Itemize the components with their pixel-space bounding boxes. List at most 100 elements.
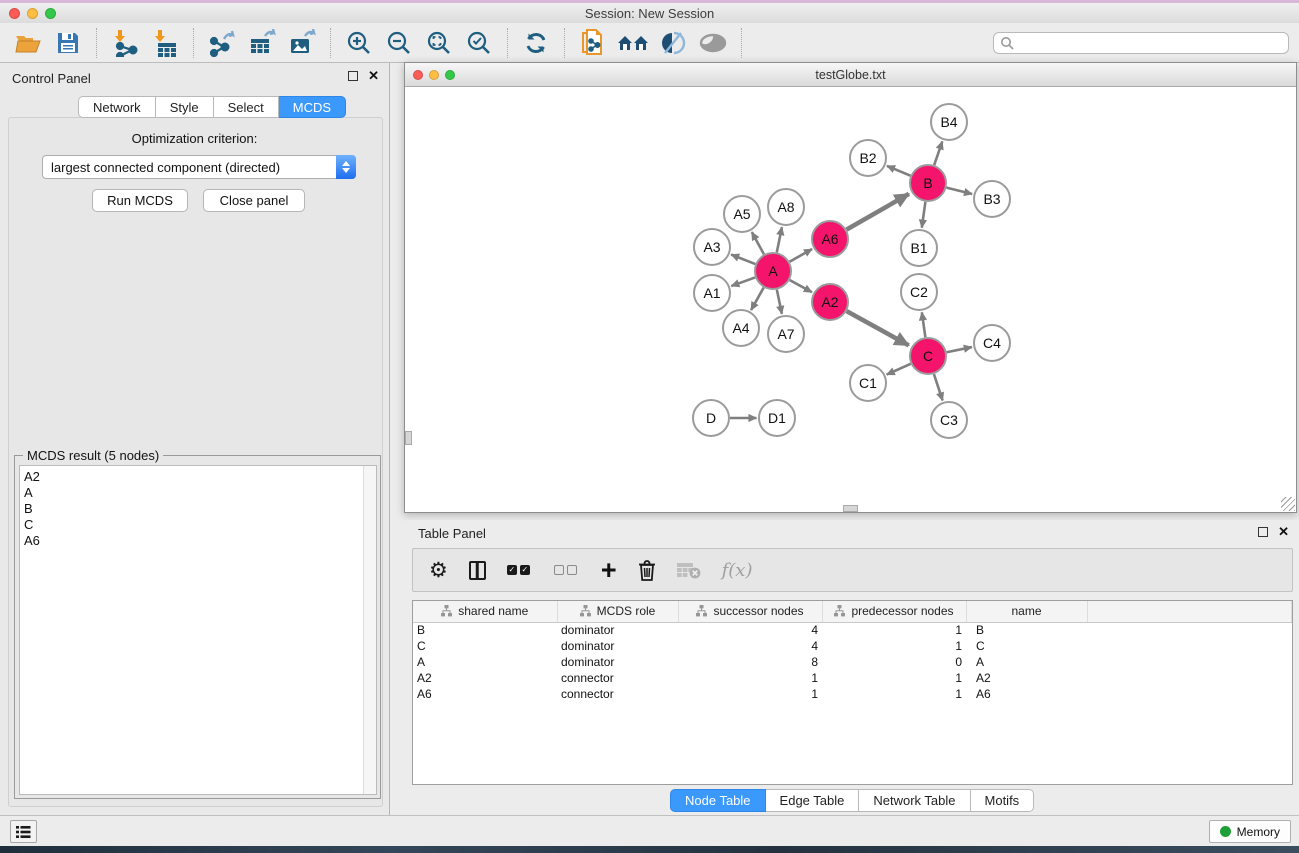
table-row[interactable]: A2connector11A2 <box>413 670 1292 686</box>
zoom-fit-icon[interactable] <box>419 27 459 59</box>
graph-node-label: A5 <box>733 206 750 222</box>
network-file-icon[interactable] <box>573 27 613 59</box>
toolbar-group-view <box>565 28 742 58</box>
graph-edge-C-C2[interactable] <box>922 312 925 337</box>
result-item[interactable]: A6 <box>24 533 376 549</box>
column-header-mcds-role[interactable]: MCDS role <box>557 601 678 622</box>
graph-edge-B-B3[interactable] <box>946 188 972 194</box>
control-panel-header: Control Panel ✕ <box>0 69 389 89</box>
result-scrollbar[interactable] <box>363 466 376 794</box>
graph-edge-B-B1[interactable] <box>922 202 926 228</box>
table-options-gear-icon[interactable]: ⚙ <box>429 560 448 581</box>
memory-button[interactable]: Memory <box>1209 820 1291 843</box>
zoom-selected-icon[interactable] <box>459 27 499 59</box>
tab-network-table[interactable]: Network Table <box>859 789 970 812</box>
network-window-title: testGlobe.txt <box>405 68 1296 82</box>
delete-column-icon[interactable] <box>638 560 656 581</box>
unselect-all-columns-icon[interactable] <box>554 565 580 575</box>
tab-motifs[interactable]: Motifs <box>971 789 1035 812</box>
close-panel-icon[interactable]: ✕ <box>368 71 379 81</box>
graph-edge-A-A2[interactable] <box>790 280 812 292</box>
zoom-in-icon[interactable] <box>339 27 379 59</box>
table-tabs: Node Table Edge Table Network Table Moti… <box>670 789 1034 812</box>
close-table-panel-icon[interactable]: ✕ <box>1278 527 1289 537</box>
graph-edge-B-B4[interactable] <box>934 141 942 165</box>
search-field[interactable] <box>1018 36 1288 50</box>
left-panel-grip[interactable] <box>405 431 412 445</box>
table-row[interactable]: Adominator80A <box>413 654 1292 670</box>
column-header-predecessor-nodes[interactable]: predecessor nodes <box>822 601 966 622</box>
zoom-out-icon[interactable] <box>379 27 419 59</box>
save-session-icon[interactable] <box>48 27 88 59</box>
node-table[interactable]: shared name MCDS role successor nodes pr… <box>412 600 1293 785</box>
table-row[interactable]: Cdominator41C <box>413 638 1292 654</box>
result-item[interactable]: A <box>24 485 376 501</box>
graph-edge-A-A8[interactable] <box>777 227 782 252</box>
column-header-shared-name[interactable]: shared name <box>413 601 557 622</box>
table-row[interactable]: Bdominator41B <box>413 622 1292 638</box>
tab-edge-table[interactable]: Edge Table <box>766 789 860 812</box>
graph-edge-A-A1[interactable] <box>731 277 755 286</box>
graph-node-label: A3 <box>703 239 720 255</box>
import-table-icon[interactable] <box>145 27 185 59</box>
control-panel-title: Control Panel <box>12 71 91 86</box>
add-column-icon[interactable]: + <box>601 560 617 580</box>
tab-style[interactable]: Style <box>156 96 214 118</box>
export-network-icon[interactable] <box>202 27 242 59</box>
search-input[interactable] <box>993 32 1289 54</box>
refresh-icon[interactable] <box>516 27 556 59</box>
close-panel-button[interactable]: Close panel <box>203 189 305 212</box>
toolbar-group-export <box>194 28 331 58</box>
result-item[interactable]: A2 <box>24 469 376 485</box>
tab-mcds[interactable]: MCDS <box>279 96 346 118</box>
control-panel-tabs: Network Style Select MCDS <box>78 96 346 118</box>
criterion-dropdown[interactable]: largest connected component (directed) <box>42 155 356 179</box>
graph-edge-C-C3[interactable] <box>934 374 943 400</box>
graph-edge-A-A4[interactable] <box>751 288 764 311</box>
bottom-panel-grip[interactable] <box>843 505 858 512</box>
show-graphics-icon[interactable] <box>693 27 733 59</box>
resize-grip-icon[interactable] <box>1281 497 1295 511</box>
search-icon <box>1000 36 1014 50</box>
float-panel-icon[interactable] <box>348 71 358 81</box>
graph-edge-A-A6[interactable] <box>790 249 813 262</box>
graph-node-label: B2 <box>859 150 876 166</box>
graph-edge-B-B2[interactable] <box>887 166 911 176</box>
column-type-icon <box>834 605 845 617</box>
graph-edge-A2-C[interactable] <box>847 311 909 345</box>
graph-edge-A6-B[interactable] <box>846 194 908 230</box>
select-all-columns-icon[interactable]: ✓✓ <box>507 565 533 575</box>
graph-node-label: C2 <box>910 284 928 300</box>
run-mcds-button[interactable]: Run MCDS <box>92 189 188 212</box>
graph-edge-A-A5[interactable] <box>752 232 764 254</box>
vizmapper-icon[interactable] <box>653 27 693 59</box>
column-type-icon <box>696 605 707 617</box>
graph-node-label: B1 <box>910 240 927 256</box>
export-table-icon[interactable] <box>242 27 282 59</box>
table-row[interactable]: A6connector11A6 <box>413 686 1292 702</box>
home-pages-icon[interactable] <box>613 27 653 59</box>
graph-edge-C-C1[interactable] <box>887 364 911 375</box>
import-network-icon[interactable] <box>105 27 145 59</box>
network-graph-canvas[interactable]: B4B2BB3A5A8A6A3B1AA1C2A2A4A7CC4C1C3DD1 <box>405 87 1296 512</box>
float-table-panel-icon[interactable] <box>1258 527 1268 537</box>
result-item[interactable]: B <box>24 501 376 517</box>
result-item[interactable]: C <box>24 517 376 533</box>
export-image-icon[interactable] <box>282 27 322 59</box>
graph-edge-C-C4[interactable] <box>947 347 972 352</box>
column-header-filler <box>1087 601 1292 622</box>
task-history-button[interactable] <box>10 820 37 843</box>
tab-select[interactable]: Select <box>214 96 279 118</box>
column-header-successor-nodes[interactable]: successor nodes <box>678 601 822 622</box>
control-panel: Control Panel ✕ Network Style Select MCD… <box>0 63 390 815</box>
mcds-result-list[interactable]: A2ABCA6 <box>19 465 377 795</box>
tab-network[interactable]: Network <box>78 96 156 118</box>
show-columns-icon[interactable] <box>469 561 486 580</box>
column-header-name[interactable]: name <box>966 601 1087 622</box>
graph-edge-A-A3[interactable] <box>731 255 755 265</box>
memory-label: Memory <box>1237 825 1280 839</box>
open-file-icon[interactable] <box>8 27 48 59</box>
graph-edge-A-A7[interactable] <box>777 290 782 314</box>
tab-node-table[interactable]: Node Table <box>670 789 766 812</box>
network-window-titlebar[interactable]: testGlobe.txt <box>405 63 1296 87</box>
